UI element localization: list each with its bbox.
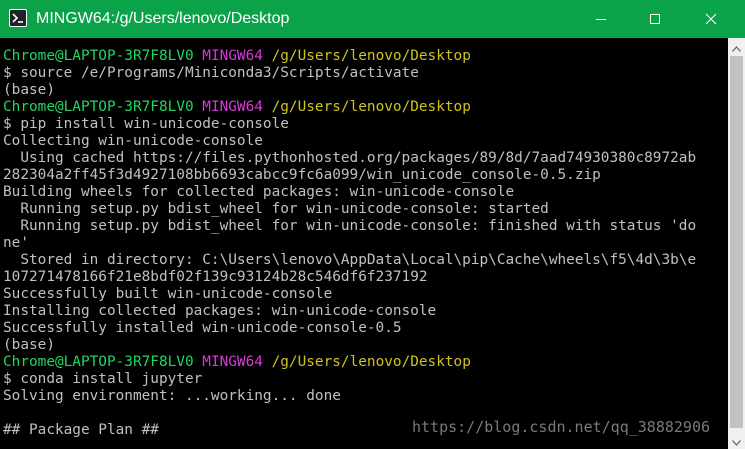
output-text: (base)	[3, 337, 55, 353]
output-text: ## Package Plan ##	[3, 422, 159, 438]
terminal-line: ne'	[3, 235, 29, 252]
prompt-path: /g/Users/lenovo/Desktop	[271, 99, 471, 115]
prompt-host: MINGW64	[202, 99, 263, 115]
prompt-path: /g/Users/lenovo/Desktop	[271, 48, 471, 64]
output-text: $ source /e/Programs/Miniconda3/Scripts/…	[3, 65, 419, 81]
terminal-line: Using cached https://files.pythonhosted.…	[3, 150, 696, 167]
terminal-output[interactable]: Chrome@LAPTOP-3R7F8LV0 MINGW64 /g/Users/…	[0, 38, 728, 449]
maximize-button[interactable]	[632, 0, 678, 38]
vertical-scrollbar[interactable]	[728, 38, 745, 449]
scroll-up-button[interactable]	[728, 38, 745, 55]
close-button[interactable]	[688, 0, 734, 38]
scroll-up-arrow-icon	[732, 37, 741, 56]
terminal-line: 107271478166f21e8bdf02f139c93124b28c546d…	[3, 269, 428, 286]
terminal-line: Building wheels for collected packages: …	[3, 184, 514, 201]
minimize-button[interactable]	[578, 0, 624, 38]
title-bar[interactable]: MINGW64:/g/Users/lenovo/Desktop	[0, 0, 745, 38]
terminal-line: (base)	[3, 337, 55, 354]
terminal-window: MINGW64:/g/Users/lenovo/Desktop Chrome@L…	[0, 0, 745, 449]
terminal-line: $ source /e/Programs/Miniconda3/Scripts/…	[3, 65, 419, 82]
output-text: Solving environment: ...working... done	[3, 388, 341, 404]
terminal-line: Successfully installed win-unicode-conso…	[3, 320, 402, 337]
output-text: Stored in directory: C:\Users\lenovo\App…	[3, 252, 697, 268]
terminal-line: $ conda install jupyter	[3, 371, 202, 388]
output-text: Successfully built win-unicode-console	[3, 286, 333, 302]
window-title: MINGW64:/g/Users/lenovo/Desktop	[36, 10, 290, 27]
terminal-line: Collecting win-unicode-console	[3, 133, 263, 150]
terminal-line: Installing collected packages: win-unico…	[3, 303, 436, 320]
prompt-host: MINGW64	[202, 354, 263, 370]
prompt-user: Chrome@LAPTOP-3R7F8LV0	[3, 48, 194, 64]
close-icon	[705, 10, 717, 29]
terminal-line: (base)	[3, 82, 55, 99]
output-text: Running setup.py bdist_wheel for win-uni…	[3, 201, 549, 217]
output-text: Building wheels for collected packages: …	[3, 184, 515, 200]
scroll-down-button[interactable]	[728, 432, 745, 449]
prompt-user: Chrome@LAPTOP-3R7F8LV0	[3, 354, 194, 370]
scroll-down-arrow-icon	[732, 431, 741, 449]
output-text: (base)	[3, 82, 55, 98]
terminal-line: Running setup.py bdist_wheel for win-uni…	[3, 218, 696, 235]
output-text: ne'	[3, 235, 29, 251]
terminal-line: Running setup.py bdist_wheel for win-uni…	[3, 201, 549, 218]
mingw-app-icon[interactable]	[9, 9, 27, 27]
prompt-host: MINGW64	[202, 48, 263, 64]
prompt-line: Chrome@LAPTOP-3R7F8LV0 MINGW64 /g/Users/…	[3, 99, 471, 116]
scrollbar-thumb[interactable]	[730, 56, 743, 428]
output-text: Successfully installed win-unicode-conso…	[3, 320, 402, 336]
output-text: 107271478166f21e8bdf02f139c93124b28c546d…	[3, 269, 428, 285]
output-text: Running setup.py bdist_wheel for win-uni…	[3, 218, 697, 234]
maximize-icon	[649, 10, 661, 29]
prompt-line: Chrome@LAPTOP-3R7F8LV0 MINGW64 /g/Users/…	[3, 48, 471, 65]
minimize-icon	[595, 10, 607, 29]
watermark-text: https://blog.csdn.net/qq_38882906	[412, 418, 711, 436]
output-text: 282304a2ff45f3d4927108bb6693cabcc9fc6a09…	[3, 167, 601, 183]
terminal-line: Solving environment: ...working... done	[3, 388, 341, 405]
prompt-path: /g/Users/lenovo/Desktop	[271, 354, 471, 370]
output-text: $ pip install win-unicode-console	[3, 116, 289, 132]
output-text: $ conda install jupyter	[3, 371, 203, 387]
terminal-line: Stored in directory: C:\Users\lenovo\App…	[3, 252, 696, 269]
terminal-line: $ pip install win-unicode-console	[3, 116, 289, 133]
prompt-user: Chrome@LAPTOP-3R7F8LV0	[3, 99, 194, 115]
prompt-line: Chrome@LAPTOP-3R7F8LV0 MINGW64 /g/Users/…	[3, 354, 471, 371]
output-text: Collecting win-unicode-console	[3, 133, 263, 149]
output-text: Installing collected packages: win-unico…	[3, 303, 437, 319]
terminal-line: 282304a2ff45f3d4927108bb6693cabcc9fc6a09…	[3, 167, 601, 184]
output-text: Using cached https://files.pythonhosted.…	[3, 150, 697, 166]
terminal-line: ## Package Plan ##	[3, 422, 159, 439]
terminal-line: Successfully built win-unicode-console	[3, 286, 332, 303]
